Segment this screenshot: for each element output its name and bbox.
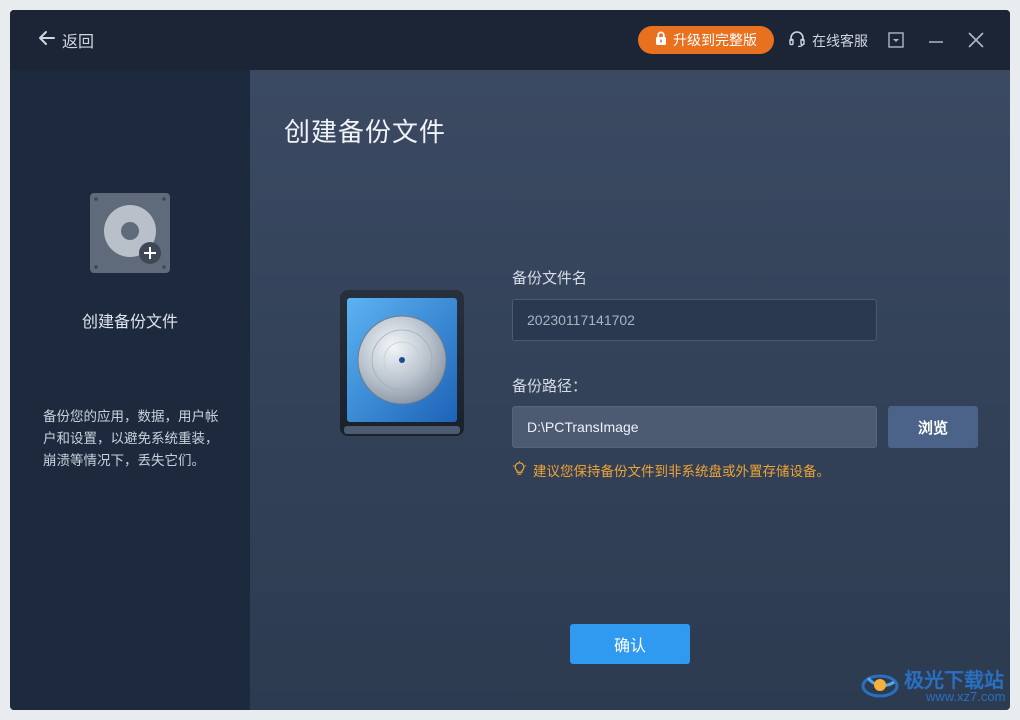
watermark-cn: 极光下载站 [904,667,1004,692]
main-panel: 创建备份文件 备份文件名 20230117141702 备份路径： D:\PCT… [250,70,1010,710]
dropdown-menu-button[interactable] [884,28,908,52]
backup-name-label: 备份文件名 [512,269,588,287]
backup-path-label: 备份路径： [512,377,588,395]
back-label: 返回 [62,32,95,51]
sidebar-description: 备份您的应用，数据，用户帐户和设置，以避免系统重装，崩溃等情况下，丢失它们。 [43,409,219,469]
browse-button[interactable]: 浏览 [888,406,978,448]
backup-file-icon [90,193,170,273]
close-button[interactable] [964,28,988,52]
disk-image-icon [340,290,464,436]
minimize-icon [929,41,943,43]
title-bar: 返回 升级到完整版 在线客服 [10,10,1010,70]
headset-icon [788,30,806,52]
upgrade-button[interactable]: 升级到完整版 [638,26,774,54]
back-button[interactable]: 返回 [38,28,94,52]
backup-name-input[interactable]: 20230117141702 [512,299,877,341]
aurora-logo-icon [860,664,900,708]
close-icon [968,32,984,48]
dropdown-box-icon [888,32,904,48]
sidebar-title: 创建备份文件 [81,312,178,331]
page-title: 创建备份文件 [284,118,447,148]
lock-icon [655,31,667,49]
app-window: 返回 升级到完整版 在线客服 创建备份文件 备份您的应用，数据，用户帐户和设置，… [10,10,1010,710]
online-service-label: 在线客服 [812,34,868,50]
storage-tip-text: 建议您保持备份文件到非系统盘或外置存储设备。 [533,464,830,480]
sidebar: 创建备份文件 备份您的应用，数据，用户帐户和设置，以避免系统重装，崩溃等情况下，… [10,70,250,710]
online-service-button[interactable]: 在线客服 [788,30,868,52]
watermark-logo: 极光下载站 www.xz7.com [860,664,1005,708]
lightbulb-icon [512,460,527,480]
confirm-button[interactable]: 确认 [570,624,690,664]
minimize-button[interactable] [924,28,948,52]
backup-path-input[interactable]: D:\PCTransImage [512,406,877,448]
watermark-en: www.xz7.com [926,688,1006,704]
storage-tip: 建议您保持备份文件到非系统盘或外置存储设备。 [512,460,830,480]
upgrade-label: 升级到完整版 [673,33,757,49]
arrow-left-icon [38,29,56,51]
